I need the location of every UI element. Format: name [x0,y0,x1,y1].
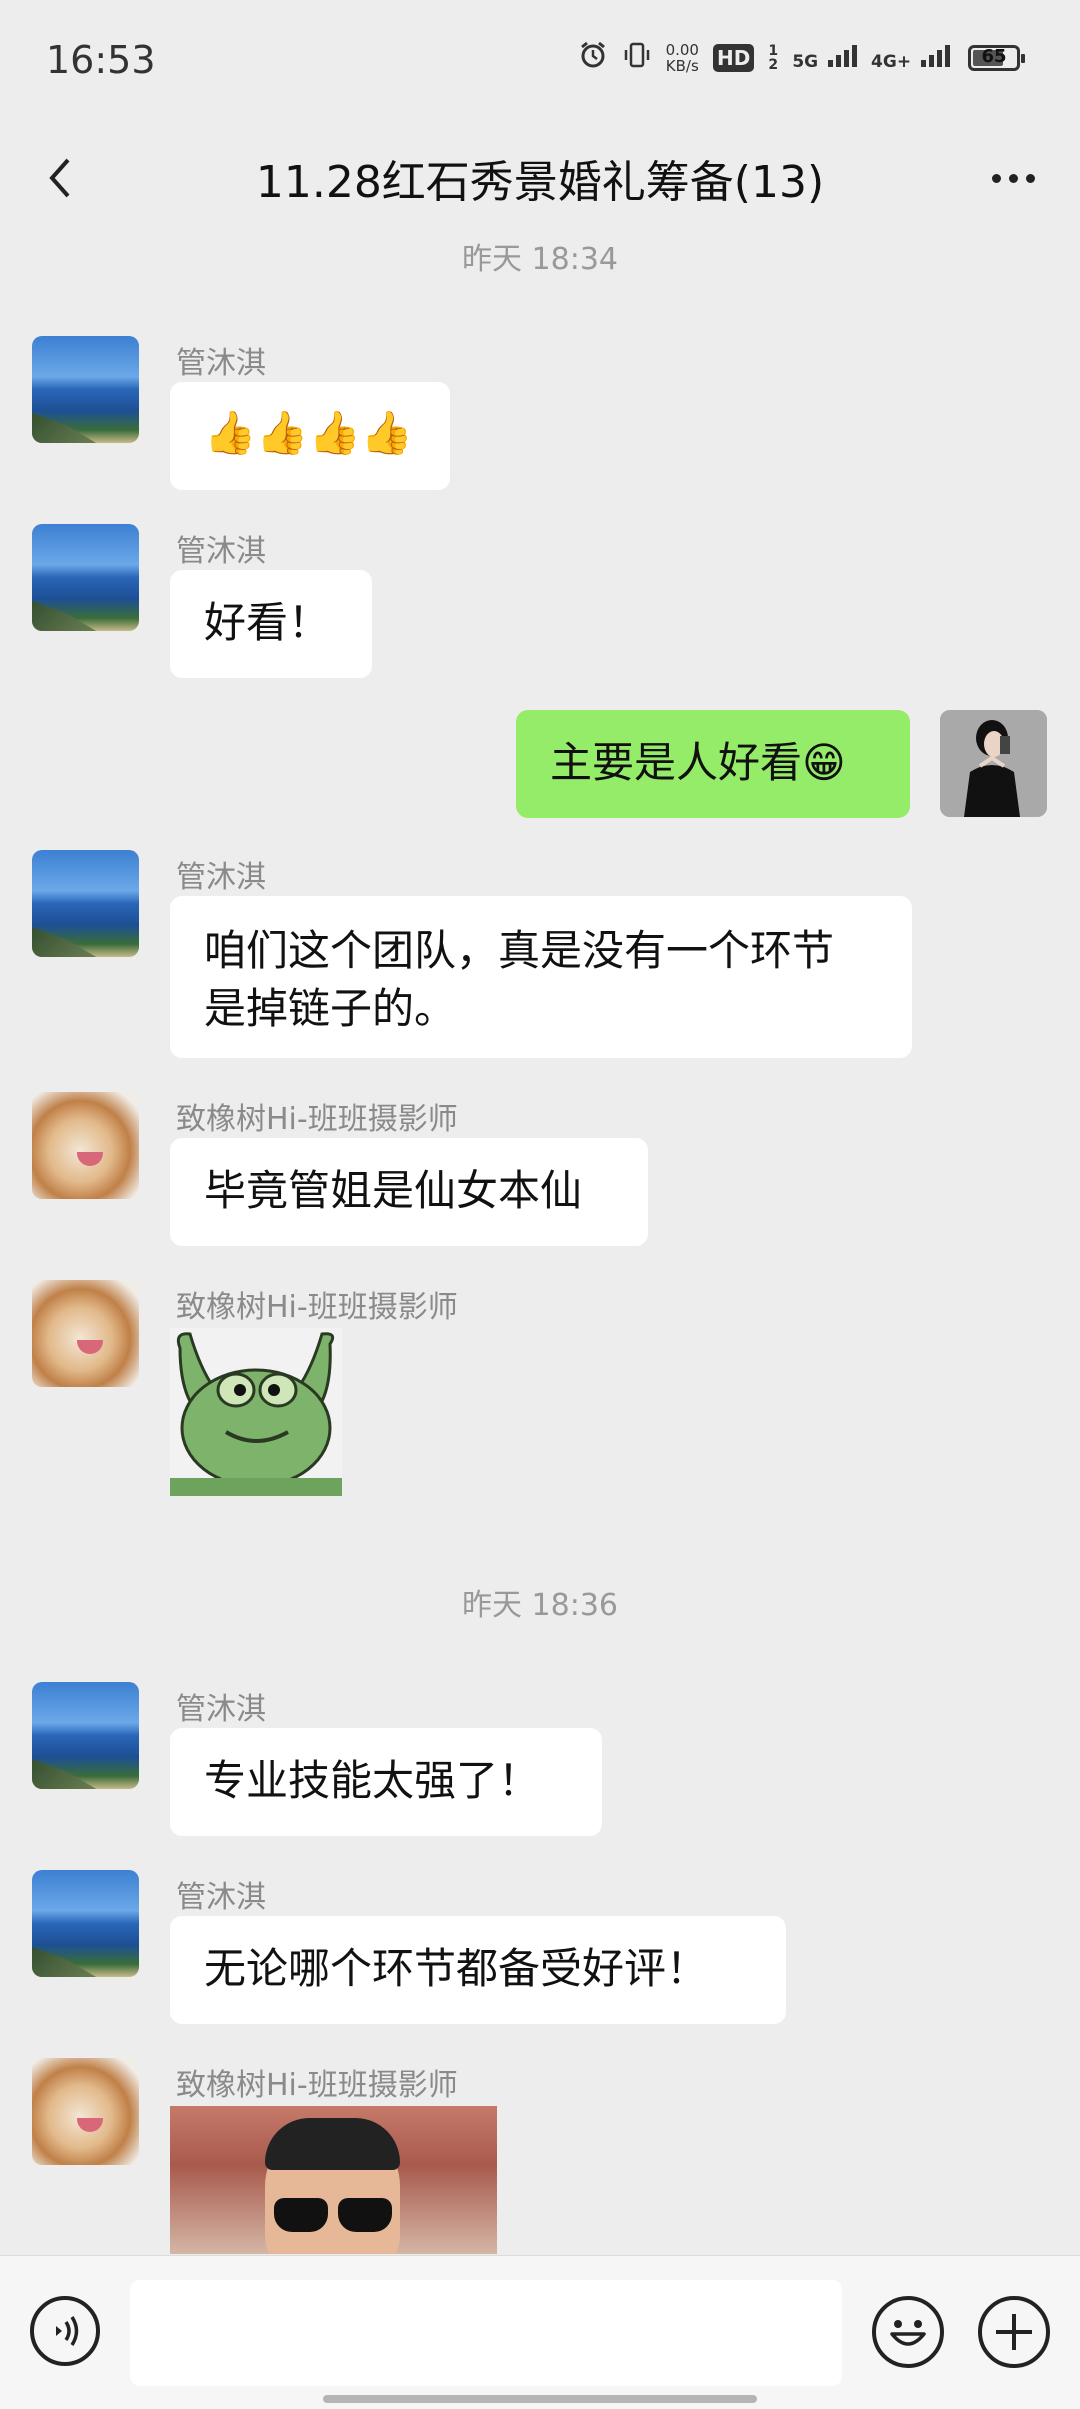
thumbs-up-emoji: 👍👍👍👍 [204,408,414,457]
sunglasses-icon [268,2198,398,2234]
sender-name: 致橡树Hi-班班摄影师 [176,1102,458,1137]
avatar[interactable] [32,2058,139,2165]
message-text: 专业技能太强了！ [204,1756,541,1805]
avatar[interactable] [32,850,139,957]
emoji-button[interactable] [872,2296,944,2368]
home-indicator[interactable] [323,2395,757,2403]
signal-5g: 5G [792,44,858,72]
message-bubble-self[interactable]: 主要是人好看😁 [516,710,910,818]
message-text-line1: 咱们这个团队，真是没有一个环节 [204,926,835,975]
timestamp: 昨天 18:34 [462,242,618,277]
message-text: 主要是人好看😁 [550,738,846,787]
sender-name: 管沐淇 [176,534,266,569]
frog-sticker[interactable] [170,1328,342,1496]
message-text-line2: 是掉链子的。 [204,984,457,1033]
vibrate-icon [622,40,652,76]
signal-bars-icon [921,44,950,67]
voice-icon [56,2316,79,2346]
net-speed: 0.00 KB/s [666,42,699,74]
message-bubble[interactable]: 好看！ [170,570,372,678]
input-bar [0,2255,1080,2409]
emoji-icon [890,2320,926,2346]
hd-sub: 1 2 [768,43,779,73]
sender-name: 致橡树Hi-班班摄影师 [176,2068,458,2103]
selfie-avatar-icon [940,710,1047,817]
avatar-self[interactable] [940,710,1047,817]
sender-name: 管沐淇 [176,860,266,895]
message-bubble[interactable]: 毕竟管姐是仙女本仙 [170,1138,648,1246]
sender-name: 管沐淇 [176,1880,266,1915]
sender-name: 管沐淇 [176,1692,266,1727]
status-icons: 0.00 KB/s HD 1 2 5G 4G+ [578,40,950,76]
alarm-icon [578,40,608,76]
avatar[interactable] [32,524,139,631]
more-dots-icon [991,173,1035,183]
signal-4g: 4G+ [871,44,950,72]
message-input[interactable] [130,2280,842,2386]
net-speed-unit: KB/s [665,57,699,75]
signal-5g-label: 5G [792,51,819,72]
hd-badge: HD [712,44,755,72]
plus-icon [996,2314,1032,2350]
chat-header: 11.28红石秀景婚礼筹备(13) [0,120,1080,238]
message-text: 无论哪个环节都备受好评！ [204,1944,709,1993]
message-text: 毕竟管姐是仙女本仙 [204,1166,583,1215]
avatar[interactable] [32,336,139,443]
signal-4g-label: 4G+ [871,51,912,72]
status-time: 16:53 [46,38,156,82]
status-bar: 16:53 0.00 KB/s HD 1 2 5G 4G+ 65 [0,0,1080,120]
avatar[interactable] [32,1092,139,1199]
voice-button[interactable] [30,2296,100,2366]
frog-sticker-image [170,1328,342,1496]
message-text: 好看！ [204,598,331,647]
photo-hair [265,2118,400,2170]
more-button[interactable] [978,148,1048,208]
plus-button[interactable] [978,2296,1050,2368]
battery-level: 65 [981,46,1007,67]
chat-title: 11.28红石秀景婚礼筹备(13) [255,157,825,208]
timestamp: 昨天 18:36 [462,1588,618,1623]
battery-icon: 65 [968,45,1025,71]
net-speed-value: 0.00 [665,41,699,59]
avatar[interactable] [32,1870,139,1977]
message-bubble[interactable]: 👍👍👍👍 [170,382,450,490]
message-bubble[interactable]: 专业技能太强了！ [170,1728,602,1836]
sender-name: 管沐淇 [176,346,266,381]
sender-name: 致橡树Hi-班班摄影师 [176,1290,458,1325]
avatar[interactable] [32,1280,139,1387]
signal-bars-icon [828,44,858,67]
message-bubble[interactable]: 咱们这个团队，真是没有一个环节 是掉链子的。 [170,896,912,1058]
message-bubble[interactable]: 无论哪个环节都备受好评！ [170,1916,786,2024]
sunglasses-photo-sticker[interactable] [170,2106,497,2254]
avatar[interactable] [32,1682,139,1789]
